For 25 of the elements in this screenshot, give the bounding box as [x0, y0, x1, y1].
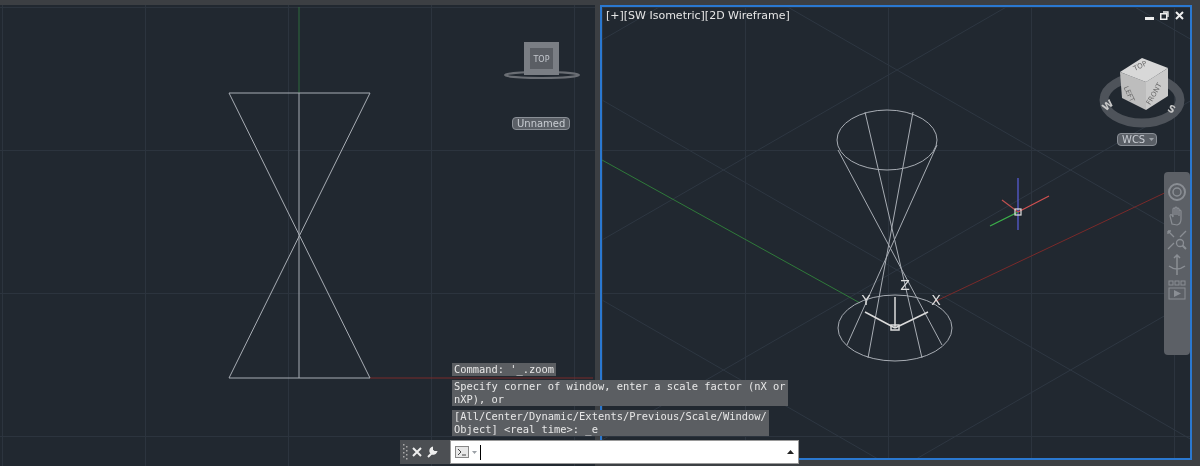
ucs-icon	[864, 296, 929, 331]
wrench-icon[interactable]	[426, 446, 438, 458]
history-expand-icon[interactable]	[787, 450, 794, 454]
axis-label: X	[931, 292, 941, 308]
dropdown-caret-icon	[1149, 138, 1155, 141]
close-icon[interactable]	[1175, 11, 1184, 20]
axis-label: Z	[900, 277, 910, 293]
close-icon[interactable]	[412, 447, 422, 457]
command-history-message: Specify corner of window, enter a scale factor (nX or nXP), or	[452, 380, 788, 406]
compass-label: W	[1100, 97, 1116, 114]
viewcube[interactable]: TOP	[504, 42, 580, 79]
command-history-message: [All/Center/Dynamic/Extents/Previous/Scale/Window/ Object] <real time>: _e	[452, 410, 769, 436]
command-line-grip[interactable]	[400, 440, 450, 464]
crosshair-cursor	[989, 177, 1050, 231]
ucs-menu[interactable]: Unnamed	[512, 117, 570, 130]
viewport-label[interactable]: [+][SW Isometric][2D Wireframe]	[606, 9, 790, 22]
command-prompt-icon[interactable]	[455, 446, 469, 458]
command-history-message: Command: '_.zoom	[452, 363, 557, 376]
compass-label: S	[1165, 102, 1178, 116]
ucs-menu[interactable]: WCS	[1117, 133, 1157, 146]
grip-icon[interactable]	[403, 444, 408, 460]
restore-icon[interactable]	[1160, 11, 1169, 20]
dropdown-caret-icon	[472, 450, 477, 454]
cube-face-label: TOP	[533, 55, 550, 64]
command-input-field[interactable]	[450, 440, 799, 464]
